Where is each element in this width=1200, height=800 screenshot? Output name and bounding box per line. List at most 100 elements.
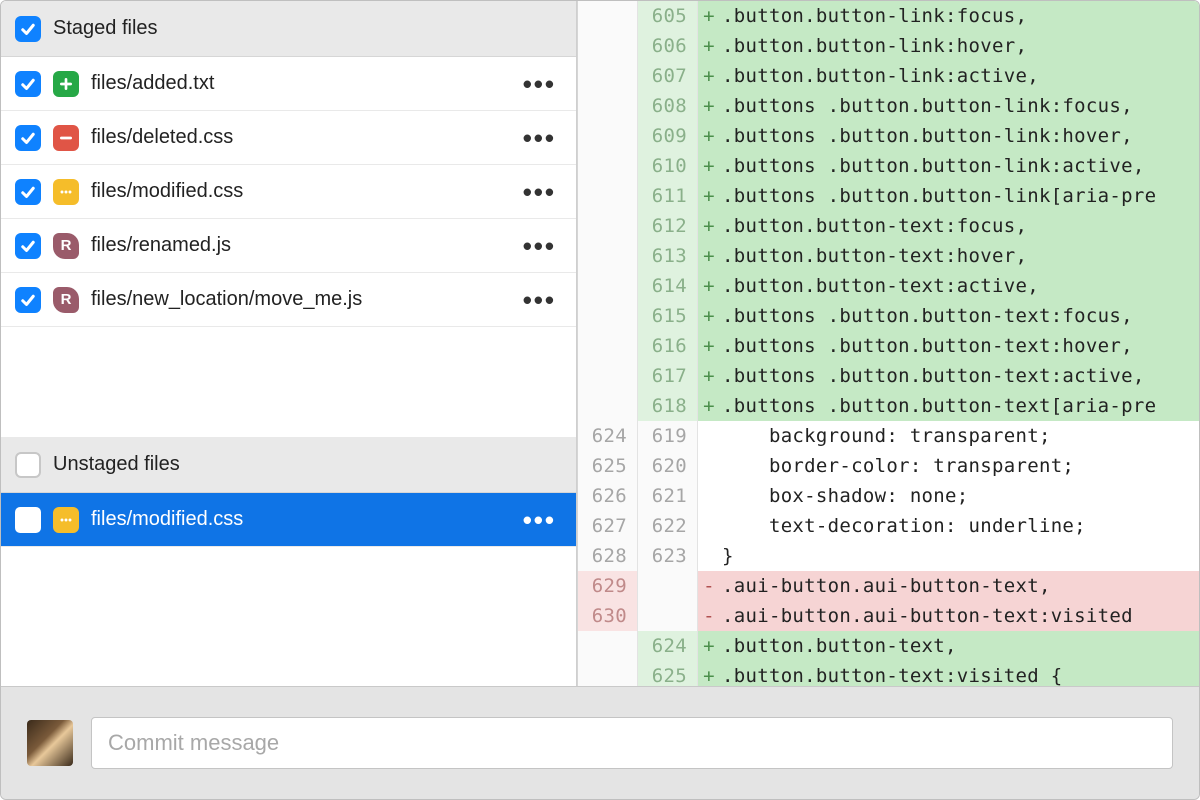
new-line-number: 608 — [638, 91, 698, 121]
old-line-number: 629 — [578, 571, 638, 601]
diff-code: .button.button-text:hover, — [720, 241, 1199, 271]
diff-code: .buttons .button.button-text:active, — [720, 361, 1199, 391]
stage-all-checkbox[interactable] — [15, 16, 41, 42]
file-row[interactable]: files/modified.css••• — [1, 493, 576, 547]
deleted-icon — [53, 125, 79, 151]
diff-line[interactable]: 611+.buttons .button.button-link[aria-pr… — [578, 181, 1199, 211]
file-checkbox[interactable] — [15, 287, 41, 313]
new-line-number: 619 — [638, 421, 698, 451]
diff-line[interactable]: 625620 border-color: transparent; — [578, 451, 1199, 481]
diff-line[interactable]: 615+.buttons .button.button-text:focus, — [578, 301, 1199, 331]
file-actions-icon[interactable]: ••• — [517, 133, 562, 143]
diff-line[interactable]: 606+.button.button-link:hover, — [578, 31, 1199, 61]
file-row[interactable]: files/deleted.css••• — [1, 111, 576, 165]
diff-code: .button.button-link:focus, — [720, 1, 1199, 31]
diff-line[interactable]: 627622 text-decoration: underline; — [578, 511, 1199, 541]
diff-line[interactable]: 613+.button.button-text:hover, — [578, 241, 1199, 271]
diff-code: .buttons .button.button-text:hover, — [720, 331, 1199, 361]
diff-code: .button.button-text:active, — [720, 271, 1199, 301]
file-checkbox[interactable] — [15, 125, 41, 151]
file-row[interactable]: Rfiles/new_location/move_me.js ••• — [1, 273, 576, 327]
diff-marker: + — [698, 61, 720, 91]
renamed-icon: R — [53, 287, 79, 313]
diff-line[interactable]: 626621 box-shadow: none; — [578, 481, 1199, 511]
old-line-number — [578, 271, 638, 301]
diff-marker: + — [698, 91, 720, 121]
new-line-number: 607 — [638, 61, 698, 91]
diff-line[interactable]: 608+.buttons .button.button-link:focus, — [578, 91, 1199, 121]
diff-line[interactable]: 616+.buttons .button.button-text:hover, — [578, 331, 1199, 361]
diff-view[interactable]: 605+.button.button-link:focus,606+.butto… — [577, 1, 1199, 686]
staged-files-list: files/added.txt•••files/deleted.css•••fi… — [1, 57, 576, 327]
file-actions-icon[interactable]: ••• — [517, 515, 562, 525]
old-line-number — [578, 661, 638, 686]
diff-marker: + — [698, 271, 720, 301]
new-line-number: 605 — [638, 1, 698, 31]
file-actions-icon[interactable]: ••• — [517, 187, 562, 197]
file-checkbox[interactable] — [15, 507, 41, 533]
diff-line[interactable]: 607+.button.button-link:active, — [578, 61, 1199, 91]
unstaged-files-header: Unstaged files — [1, 437, 576, 493]
old-line-number — [578, 211, 638, 241]
diff-marker: + — [698, 31, 720, 61]
commit-message-input[interactable]: Commit message — [91, 717, 1173, 769]
file-sidebar: Staged files files/added.txt•••files/del… — [1, 1, 577, 686]
file-actions-icon[interactable]: ••• — [517, 295, 562, 305]
file-path: files/modified.css — [91, 180, 505, 203]
commit-message-placeholder: Commit message — [108, 730, 279, 756]
old-line-number — [578, 61, 638, 91]
diff-line[interactable]: 624+.button.button-text, — [578, 631, 1199, 661]
new-line-number — [638, 601, 698, 631]
file-row[interactable]: files/modified.css ••• — [1, 165, 576, 219]
renamed-icon: R — [53, 233, 79, 259]
file-checkbox[interactable] — [15, 233, 41, 259]
new-line-number: 625 — [638, 661, 698, 686]
diff-line[interactable]: 625+.button.button-text:visited { — [578, 661, 1199, 686]
file-actions-icon[interactable]: ••• — [517, 241, 562, 251]
sidebar-spacer — [1, 327, 576, 437]
file-checkbox[interactable] — [15, 71, 41, 97]
diff-code: .aui-button.aui-button-text:visited — [720, 601, 1199, 631]
diff-line[interactable]: 618+.buttons .button.button-text[aria-pr… — [578, 391, 1199, 421]
new-line-number: 617 — [638, 361, 698, 391]
diff-marker — [698, 541, 720, 571]
commit-bar: Commit message — [1, 686, 1199, 799]
diff-line[interactable]: 617+.buttons .button.button-text:active, — [578, 361, 1199, 391]
diff-marker: + — [698, 331, 720, 361]
diff-code: .buttons .button.button-link[aria-pre — [720, 181, 1199, 211]
file-path: files/renamed.js — [91, 234, 505, 257]
file-actions-icon[interactable]: ••• — [517, 79, 562, 89]
old-line-number — [578, 241, 638, 271]
file-row[interactable]: files/added.txt••• — [1, 57, 576, 111]
diff-marker: + — [698, 241, 720, 271]
diff-line[interactable]: 624619 background: transparent; — [578, 421, 1199, 451]
old-line-number — [578, 121, 638, 151]
old-line-number — [578, 631, 638, 661]
diff-line[interactable]: 630-.aui-button.aui-button-text:visited — [578, 601, 1199, 631]
diff-line[interactable]: 628623 } — [578, 541, 1199, 571]
diff-line[interactable]: 629-.aui-button.aui-button-text, — [578, 571, 1199, 601]
diff-line[interactable]: 610+.buttons .button.button-link:active, — [578, 151, 1199, 181]
avatar[interactable] — [27, 720, 73, 766]
old-line-number — [578, 151, 638, 181]
diff-code: .button.button-text, — [720, 631, 1199, 661]
diff-line[interactable]: 614+.button.button-text:active, — [578, 271, 1199, 301]
file-checkbox[interactable] — [15, 179, 41, 205]
file-path: files/new_location/move_me.js — [91, 288, 505, 311]
diff-code: .buttons .button.button-link:active, — [720, 151, 1199, 181]
new-line-number: 615 — [638, 301, 698, 331]
file-row[interactable]: Rfiles/renamed.js ••• — [1, 219, 576, 273]
diff-code: box-shadow: none; — [720, 481, 1199, 511]
modified-icon — [53, 179, 79, 205]
new-line-number: 609 — [638, 121, 698, 151]
modified-icon — [53, 507, 79, 533]
new-line-number: 621 — [638, 481, 698, 511]
new-line-number: 611 — [638, 181, 698, 211]
new-line-number: 612 — [638, 211, 698, 241]
diff-marker: + — [698, 211, 720, 241]
new-line-number: 610 — [638, 151, 698, 181]
diff-line[interactable]: 605+.button.button-link:focus, — [578, 1, 1199, 31]
unstage-all-checkbox[interactable] — [15, 452, 41, 478]
diff-line[interactable]: 609+.buttons .button.button-link:hover, — [578, 121, 1199, 151]
diff-line[interactable]: 612+.button.button-text:focus, — [578, 211, 1199, 241]
